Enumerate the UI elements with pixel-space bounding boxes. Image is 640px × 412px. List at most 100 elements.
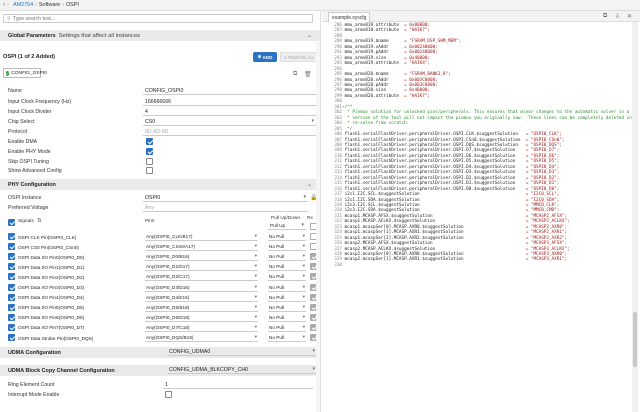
- dma-checkbox[interactable]: [146, 138, 153, 145]
- udma-blkcopy-dropdown[interactable]: CONFIG_UDMA_BLKCOPY_CH0 ▾: [167, 366, 317, 374]
- line-number: 330: [334, 262, 342, 268]
- pull-dropdown[interactable]: No Pull ▾: [268, 334, 306, 342]
- sort-icon[interactable]: ⇅: [37, 218, 42, 224]
- signal-checkbox[interactable]: [8, 233, 15, 240]
- code-text: flash1.serialFlashDriver.peripheralDrive…: [344, 186, 516, 192]
- code-text: flash1.serialFlashDriver.peripheralDrive…: [344, 170, 516, 176]
- chevron-down-icon: ▾: [302, 283, 305, 289]
- advanced-config-checkbox[interactable]: [146, 167, 153, 174]
- editor-tab[interactable]: example.syscfg: [328, 12, 371, 22]
- search-box[interactable]: ⚲: [3, 14, 313, 23]
- pull-all-dropdown[interactable]: Pull Up ▾: [268, 222, 306, 230]
- phy-mode-checkbox[interactable]: [146, 148, 153, 155]
- preferred-voltage-dropdown[interactable]: Any: [143, 204, 308, 212]
- forward-arrow-icon[interactable]: ›: [7, 2, 9, 8]
- pin-dropdown[interactable]: Any(OSPI0_D0/B16) ▾: [145, 253, 258, 262]
- close-icon[interactable]: ✕: [627, 13, 632, 20]
- remove-all-button[interactable]: ⊖ REMOVE ALL: [280, 52, 318, 62]
- udma-config-dropdown[interactable]: CONFIG_UDMA0 ▾: [167, 348, 317, 356]
- signals-select-all-checkbox[interactable]: [8, 219, 15, 226]
- code-value: = "OSPI0_CLK";: [525, 132, 562, 138]
- signal-checkbox[interactable]: [8, 313, 15, 321]
- signal-checkbox[interactable]: [8, 273, 15, 281]
- code-text: mmu_armv820.vAddr: [344, 77, 389, 83]
- chevron-down-icon[interactable]: ⌄: [307, 181, 312, 188]
- add-button[interactable]: ⊕ ADD: [253, 52, 277, 62]
- check-circle-icon: ✓: [6, 70, 10, 76]
- chevron-down-icon: ▾: [302, 303, 305, 309]
- interrupt-mode-checkbox[interactable]: [165, 391, 172, 398]
- signal-checkbox[interactable]: [8, 323, 15, 331]
- pull-dropdown[interactable]: No Pull ▾: [268, 304, 306, 312]
- pin-dropdown[interactable]: Any(OSPI0_D1/D17) ▾: [145, 263, 258, 272]
- chevron-down-icon[interactable]: ⌄: [307, 32, 312, 39]
- pin-dropdown[interactable]: Any(OSPI0_DQS/B19) ▾: [145, 334, 258, 342]
- code-text: mcasp2.mcaspSer[1].MCASP.AXR1.$suggestSo…: [344, 257, 464, 263]
- pin-dropdown[interactable]: Any(OSPI0_CLK/B17) ▾: [145, 233, 258, 241]
- pull-dropdown[interactable]: No Pull ▾: [268, 284, 306, 292]
- breadcrumb-device[interactable]: AM2754: [13, 2, 33, 8]
- pin-dropdown[interactable]: Any(OSPI0_D6/D18) ▾: [145, 314, 258, 322]
- pull-dropdown[interactable]: No Pull ▾: [268, 253, 306, 262]
- divider-field[interactable]: [143, 108, 316, 116]
- pull-dropdown[interactable]: No Pull ▾: [268, 243, 306, 252]
- pull-dropdown[interactable]: No Pull ▾: [268, 273, 306, 282]
- pin-dropdown[interactable]: Any(OSPI0_D2/C17) ▾: [145, 273, 258, 282]
- pin-dropdown[interactable]: Any(OSPI0_D3/D16) ▾: [145, 284, 258, 292]
- signal-checkbox[interactable]: [8, 303, 15, 311]
- save-icon[interactable]: ⇩: [615, 13, 620, 20]
- global-parameters-section[interactable]: Global Parameters Settings that affect a…: [0, 30, 320, 41]
- chevron-down-icon: ▾: [302, 334, 305, 339]
- pin-dropdown[interactable]: Any(OSPI0_CSn0/A17) ▾: [145, 243, 258, 252]
- chip-select-dropdown[interactable]: CS0 ▾: [143, 118, 316, 126]
- name-label: Name: [8, 88, 22, 94]
- advanced-config-label: Show Advanced Config: [8, 168, 62, 174]
- chevron-down-icon: ▾: [254, 243, 257, 249]
- code-value: = "MCASP2_AXR1";: [525, 230, 568, 236]
- chevron-down-icon: ▾: [302, 323, 305, 329]
- pull-dropdown[interactable]: No Pull ▾: [268, 263, 306, 272]
- editor-tabbar: example.syscfg ⧉ ⇩ ✕: [322, 11, 640, 22]
- signal-checkbox[interactable]: [8, 243, 15, 251]
- search-input[interactable]: [12, 15, 263, 22]
- pull-dropdown[interactable]: No Pull ▾: [268, 314, 306, 322]
- pull-dropdown[interactable]: No Pull ▾: [268, 294, 306, 302]
- copy-icon[interactable]: ⧉: [293, 71, 297, 78]
- code-value: = "OSPI0_D7";: [525, 148, 560, 154]
- preferred-voltage-label: Preferred Voltage: [8, 205, 49, 211]
- editor-scrollbar-thumb[interactable]: [633, 312, 637, 367]
- chevron-down-icon: ▾: [302, 273, 305, 279]
- signal-name: OSPI Data I/O Pin0(OSPI0_D0): [18, 254, 85, 260]
- code-value: = "OSPI0_CSn0";: [525, 137, 565, 143]
- phy-config-section[interactable]: PHY Configuration ⌄: [0, 179, 320, 190]
- skip-tuning-label: Skip OSPI Tuning: [8, 159, 49, 165]
- signal-checkbox[interactable]: [8, 253, 15, 261]
- config-panel: ⚲ Global Parameters Settings that affect…: [0, 11, 321, 412]
- breadcrumb-software[interactable]: Software: [39, 2, 60, 8]
- ospi-instance-dropdown[interactable]: OSPI0 ▾: [143, 194, 308, 202]
- signal-checkbox[interactable]: [8, 283, 15, 291]
- trash-icon[interactable]: 🗑: [304, 71, 312, 78]
- signal-checkbox[interactable]: [8, 334, 15, 341]
- pin-dropdown[interactable]: Any(OSPI0_D7/C18) ▾: [145, 324, 258, 332]
- pin-dropdown[interactable]: Any(OSPI0_D4/E16) ▾: [145, 294, 258, 302]
- code-editor[interactable]: 286 mmu_armv819.attribute = 0x00000; 287 …: [322, 22, 632, 412]
- phy-mode-label: Enable PHY Mode: [8, 149, 51, 155]
- code-value: = 0x40000;: [404, 55, 430, 61]
- code-text: mcasp2.MCASP.ACLKX.$suggestSolution: [344, 246, 436, 252]
- ospi-header: OSPI (1 of 2 Added): [3, 54, 56, 60]
- signal-name: OSPI Data I/O Pin3(OSPI0_D3): [18, 285, 85, 290]
- copy-icon[interactable]: ⧉: [603, 13, 607, 20]
- code-value: = "OSPI0_D1";: [525, 181, 560, 187]
- code-text: mmu_armv820.attribute: [344, 93, 399, 99]
- instance-tab[interactable]: ✓ CONFIG_OSPI0: [3, 68, 47, 78]
- skip-tuning-checkbox[interactable]: [146, 158, 153, 165]
- back-arrow-icon[interactable]: ‹: [3, 2, 5, 8]
- pin-dropdown[interactable]: Any(OSPI0_D5/B18) ▾: [145, 304, 258, 312]
- signal-checkbox[interactable]: [8, 293, 15, 301]
- pull-dropdown[interactable]: No Pull ▾: [268, 324, 306, 332]
- pull-dropdown[interactable]: No Pull ▾: [268, 233, 306, 241]
- left-scrollbar[interactable]: [316, 42, 320, 412]
- ring-count-field[interactable]: [163, 381, 313, 389]
- signal-checkbox[interactable]: [8, 263, 15, 271]
